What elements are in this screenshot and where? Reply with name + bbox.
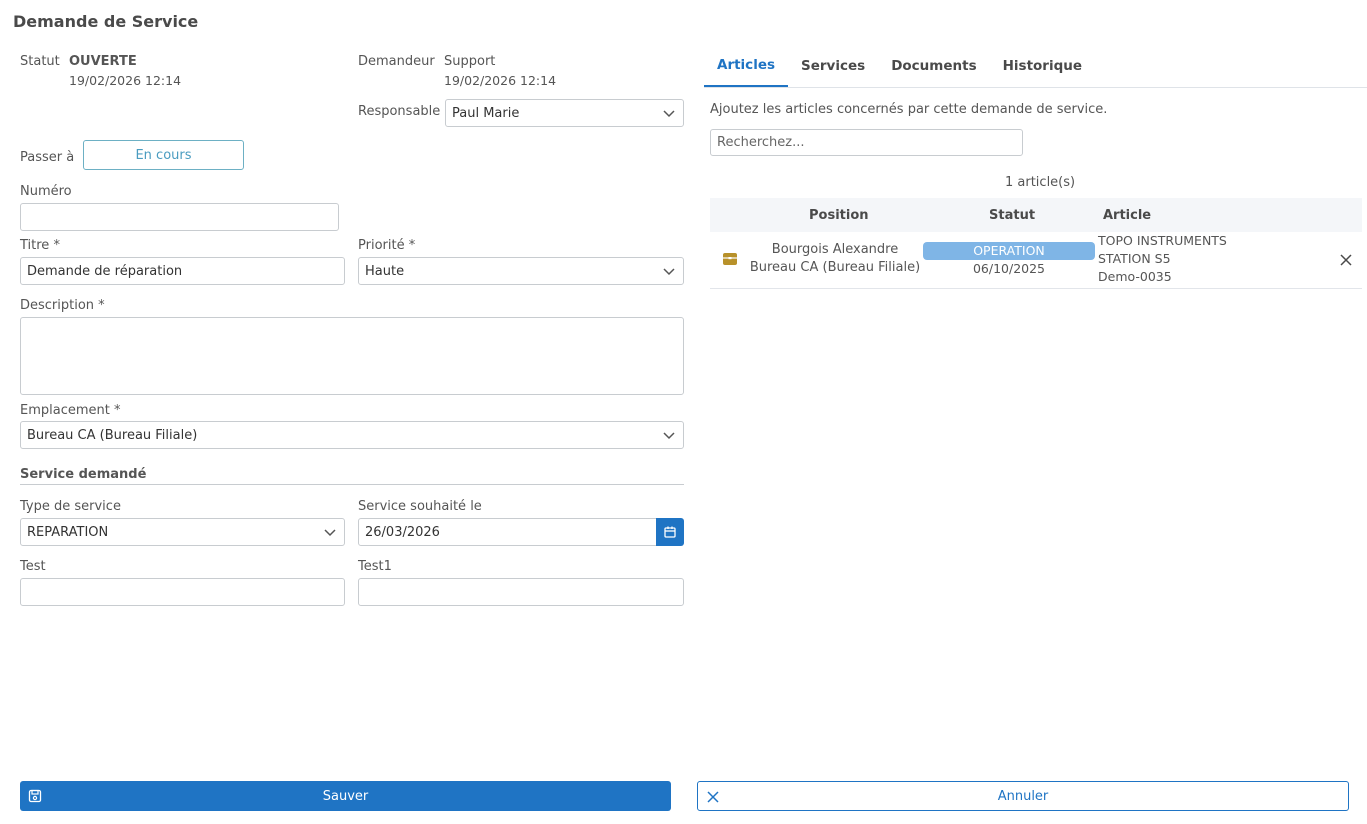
- service-type-label: Type de service: [20, 499, 121, 514]
- chevron-down-icon: [324, 529, 336, 537]
- test-label: Test: [20, 559, 46, 574]
- close-icon: [707, 791, 719, 803]
- service-section-title: Service demandé: [20, 467, 147, 482]
- title-input[interactable]: Demande de réparation: [20, 257, 345, 285]
- description-textarea[interactable]: [20, 317, 684, 395]
- row-article-line3: Demo-0035: [1098, 269, 1172, 284]
- row-article-line2: STATION S5: [1098, 251, 1171, 266]
- column-article: Article: [1103, 207, 1152, 223]
- row-status-date: 06/10/2025: [972, 261, 1046, 276]
- desired-date-input[interactable]: 26/03/2026: [358, 518, 657, 546]
- priority-value: Haute: [365, 263, 405, 279]
- tab-historique[interactable]: Historique: [990, 45, 1095, 87]
- service-type-value: REPARATION: [27, 524, 109, 540]
- box-icon: [723, 253, 737, 265]
- test1-input[interactable]: [358, 578, 684, 606]
- articles-table-header: Position Statut Article: [710, 198, 1362, 232]
- table-row[interactable]: Bourgois Alexandre Bureau CA (Bureau Fil…: [710, 232, 1362, 289]
- test-input[interactable]: [20, 578, 345, 606]
- chevron-down-icon: [663, 432, 675, 440]
- row-position-line1: Bourgois Alexandre: [771, 242, 899, 257]
- section-divider: [20, 484, 684, 485]
- tab-articles[interactable]: Articles: [704, 45, 789, 87]
- responsible-select[interactable]: Paul Marie: [445, 99, 684, 127]
- tab-documents[interactable]: Documents: [878, 45, 989, 87]
- status-value: OUVERTE: [69, 54, 137, 69]
- responsible-label: Responsable: [358, 104, 441, 119]
- cancel-button[interactable]: Annuler: [697, 781, 1349, 811]
- requester-value: Support: [444, 54, 496, 69]
- status-date: 19/02/2026 12:14: [69, 73, 182, 88]
- desired-date-label: Service souhaité le: [358, 499, 482, 514]
- priority-label: Priorité *: [358, 238, 416, 253]
- save-button-label: Sauver: [322, 788, 369, 804]
- description-label: Description *: [20, 298, 105, 313]
- page-title: Demande de Service: [13, 12, 199, 31]
- priority-select[interactable]: Haute: [358, 257, 684, 285]
- row-position-line2: Bureau CA (Bureau Filiale): [749, 260, 921, 275]
- status-label: Statut: [20, 54, 60, 69]
- location-select[interactable]: Bureau CA (Bureau Filiale): [20, 421, 684, 449]
- calendar-button[interactable]: [656, 518, 684, 546]
- save-icon: [28, 789, 42, 803]
- number-input[interactable]: [20, 203, 339, 231]
- requester-date: 19/02/2026 12:14: [444, 73, 557, 88]
- articles-count: 1 article(s): [1005, 175, 1076, 190]
- responsible-value: Paul Marie: [452, 105, 520, 121]
- column-status: Statut: [989, 207, 1036, 223]
- chevron-down-icon: [663, 268, 675, 276]
- articles-intro: Ajoutez les articles concernés par cette…: [710, 102, 1108, 117]
- column-position: Position: [809, 207, 869, 223]
- save-button[interactable]: Sauver: [20, 781, 671, 811]
- articles-search-input[interactable]: Recherchez...: [710, 129, 1023, 156]
- close-icon[interactable]: [1339, 253, 1353, 267]
- tab-bar: Articles Services Documents Historique: [704, 45, 1367, 88]
- cancel-button-label: Annuler: [997, 788, 1049, 804]
- location-value: Bureau CA (Bureau Filiale): [27, 427, 198, 443]
- row-article-line1: TOPO INSTRUMENTS: [1098, 233, 1227, 248]
- tab-services[interactable]: Services: [788, 45, 878, 87]
- calendar-icon: [664, 526, 676, 538]
- service-type-select[interactable]: REPARATION: [20, 518, 345, 546]
- requester-label: Demandeur: [358, 54, 435, 69]
- location-label: Emplacement *: [20, 403, 121, 418]
- transition-label: Passer à: [20, 150, 75, 165]
- transition-en-cours-button[interactable]: En cours: [83, 140, 244, 170]
- chevron-down-icon: [663, 110, 675, 118]
- title-label: Titre *: [20, 238, 60, 253]
- number-label: Numéro: [20, 184, 72, 199]
- test1-label: Test1: [358, 559, 392, 574]
- status-badge: OPERATION: [923, 242, 1095, 260]
